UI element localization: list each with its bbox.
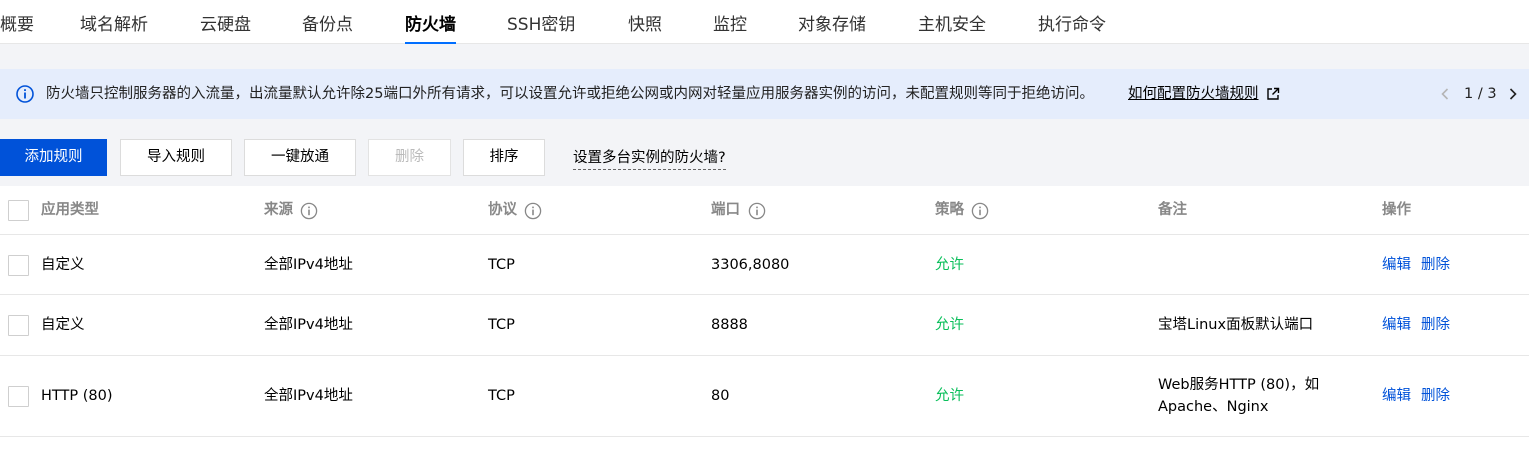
header-port: 端口 <box>711 202 740 218</box>
tab-overview[interactable]: 概要 <box>0 13 34 37</box>
cell-source: 全部IPv4地址 <box>264 257 353 273</box>
multi-instance-firewall-link[interactable]: 设置多台实例的防火墙? <box>573 148 726 170</box>
header-remark: 备注 <box>1158 202 1187 218</box>
edit-rule-link[interactable]: 编辑 <box>1382 315 1411 335</box>
header-policy: 策略 <box>935 202 964 218</box>
header-protocol: 协议 <box>488 202 517 218</box>
cell-protocol: TCP <box>488 388 515 404</box>
chevron-left-icon[interactable] <box>1437 85 1453 103</box>
cell-protocol: TCP <box>488 317 515 333</box>
cell-port: 80 <box>711 388 730 404</box>
edit-rule-link[interactable]: 编辑 <box>1382 255 1411 275</box>
edit-rule-link[interactable]: 编辑 <box>1382 386 1411 406</box>
header-source: 来源 <box>264 202 293 218</box>
sort-button[interactable]: 排序 <box>463 139 545 176</box>
cell-policy: 允许 <box>935 388 964 404</box>
open-all-button[interactable]: 一键放通 <box>244 139 356 176</box>
table-row: HTTP (80) 全部IPv4地址 TCP 80 允许 Web服务HTTP (… <box>0 356 1529 437</box>
chevron-right-icon[interactable] <box>1505 85 1521 103</box>
header-actions: 操作 <box>1382 202 1411 218</box>
cell-remark-line2: Apache、Nginx <box>1158 399 1269 415</box>
tab-bar: 概要 域名解析 云硬盘 备份点 防火墙 SSH密钥 快照 监控 对象存储 主机安… <box>0 0 1529 44</box>
select-all-checkbox[interactable] <box>8 200 29 221</box>
cell-app-type: 自定义 <box>41 257 85 273</box>
tab-monitoring[interactable]: 监控 <box>713 13 747 37</box>
cell-policy: 允许 <box>935 257 964 273</box>
row-checkbox[interactable] <box>8 386 29 407</box>
add-rule-button[interactable]: 添加规则 <box>0 139 107 176</box>
cell-protocol: TCP <box>488 257 515 273</box>
notice-text: 防火墙只控制服务器的入流量，出流量默认允许除25端口外所有请求，可以设置允许或拒… <box>46 86 1094 102</box>
tab-firewall[interactable]: 防火墙 <box>405 13 456 44</box>
cell-app-type: 自定义 <box>41 317 85 333</box>
source-info-icon[interactable] <box>300 202 318 220</box>
notice-pager: 1 / 3 <box>1464 86 1497 102</box>
row-checkbox[interactable] <box>8 315 29 336</box>
table-row: 自定义 全部IPv4地址 TCP 3306,8080 允许 编辑 删除 <box>0 235 1529 295</box>
table-header: 应用类型 来源 协议 端口 策略 备注 操作 <box>0 186 1529 235</box>
protocol-info-icon[interactable] <box>524 202 542 220</box>
cell-app-type: HTTP (80) <box>41 388 113 404</box>
tab-ssh-keys[interactable]: SSH密钥 <box>507 13 575 37</box>
firewall-help-link[interactable]: 如何配置防火墙规则 <box>1128 84 1259 104</box>
tab-run-command[interactable]: 执行命令 <box>1038 13 1106 37</box>
cell-source: 全部IPv4地址 <box>264 317 353 333</box>
tab-cloud-disk[interactable]: 云硬盘 <box>200 13 251 37</box>
delete-rule-link[interactable]: 删除 <box>1421 255 1450 275</box>
policy-info-icon[interactable] <box>971 202 989 220</box>
delete-button[interactable]: 删除 <box>368 139 451 176</box>
cell-source: 全部IPv4地址 <box>264 388 353 404</box>
external-link-icon[interactable] <box>1266 87 1280 101</box>
port-info-icon[interactable] <box>748 202 766 220</box>
tab-backup[interactable]: 备份点 <box>302 13 353 37</box>
delete-rule-link[interactable]: 删除 <box>1421 386 1450 406</box>
import-rules-button[interactable]: 导入规则 <box>120 139 232 176</box>
info-circle-icon <box>16 85 34 103</box>
cell-remark: 宝塔Linux面板默认端口 <box>1158 317 1314 333</box>
tab-host-security[interactable]: 主机安全 <box>918 13 986 37</box>
row-checkbox[interactable] <box>8 255 29 276</box>
table-row: 自定义 全部IPv4地址 TCP 8888 允许 宝塔Linux面板默认端口 编… <box>0 295 1529 356</box>
cell-port: 3306,8080 <box>711 257 790 273</box>
cell-port: 8888 <box>711 317 748 333</box>
notice-banner: 防火墙只控制服务器的入流量，出流量默认允许除25端口外所有请求，可以设置允许或拒… <box>0 69 1529 119</box>
cell-remark-line1: Web服务HTTP (80)，如 <box>1158 377 1320 393</box>
delete-rule-link[interactable]: 删除 <box>1421 315 1450 335</box>
tab-object-storage[interactable]: 对象存储 <box>798 13 866 37</box>
cell-policy: 允许 <box>935 317 964 333</box>
tab-snapshots[interactable]: 快照 <box>628 13 662 37</box>
header-app-type: 应用类型 <box>41 202 99 218</box>
tab-dns[interactable]: 域名解析 <box>80 13 148 37</box>
